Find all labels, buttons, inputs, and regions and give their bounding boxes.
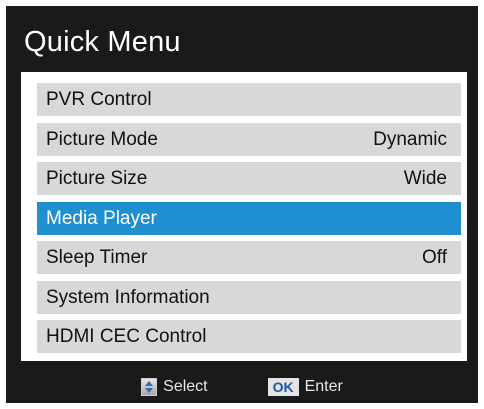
menu-item-media-player[interactable]: Media Player (37, 202, 461, 235)
menu-item-value: Dynamic (373, 128, 447, 150)
up-down-arrows-icon (141, 377, 158, 396)
menu-item-picture-size[interactable]: Picture Size Wide (37, 162, 461, 195)
menu-item-hdmi-cec-control[interactable]: HDMI CEC Control (37, 320, 461, 353)
menu-item-picture-mode[interactable]: Picture Mode Dynamic (37, 123, 461, 156)
ok-key-icon: OK (267, 377, 299, 396)
menu-item-label: PVR Control (46, 88, 152, 110)
select-hint-label: Select (163, 377, 208, 395)
select-hint: Select (141, 377, 208, 396)
menu-item-value: Off (422, 246, 447, 268)
menu-item-label: HDMI CEC Control (46, 325, 207, 347)
menu-item-label: Sleep Timer (46, 246, 148, 268)
quick-menu-window: Quick Menu PVR Control Picture Mode Dyna… (6, 6, 478, 403)
menu-title: Quick Menu (24, 26, 181, 58)
enter-hint-label: Enter (304, 377, 343, 395)
menu-item-value: Wide (403, 167, 447, 189)
menu-list: PVR Control Picture Mode Dynamic Picture… (21, 72, 467, 361)
menu-item-system-information[interactable]: System Information (37, 281, 461, 314)
enter-hint: OK Enter (267, 377, 343, 396)
menu-item-label: Picture Mode (46, 128, 158, 150)
menu-item-pvr-control[interactable]: PVR Control (37, 83, 461, 116)
key-hint-bar: Select OK Enter (6, 370, 478, 403)
menu-item-sleep-timer[interactable]: Sleep Timer Off (37, 241, 461, 274)
menu-item-label: Media Player (46, 207, 157, 229)
menu-item-label: Picture Size (46, 167, 148, 189)
menu-item-label: System Information (46, 286, 210, 308)
